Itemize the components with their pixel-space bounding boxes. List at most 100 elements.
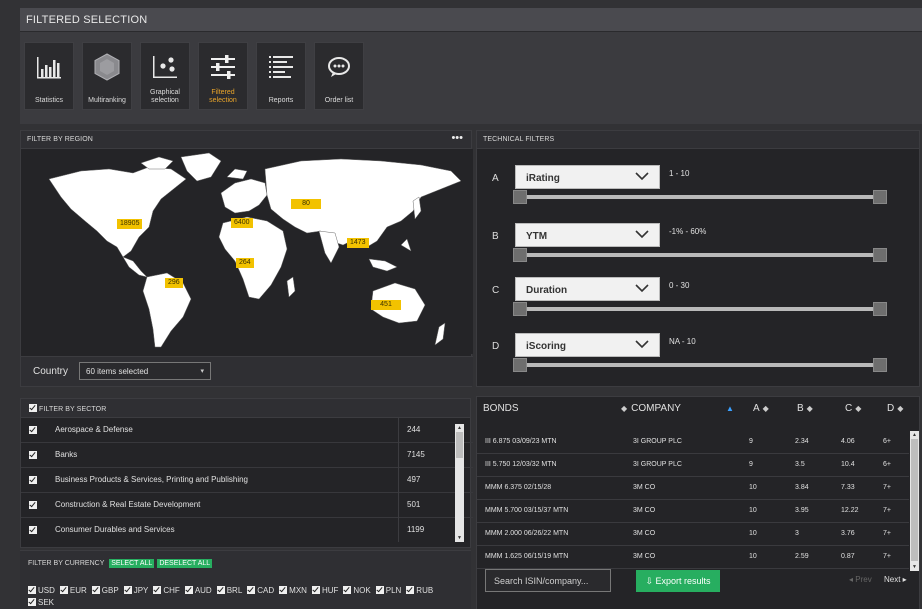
table-row[interactable]: MMM 5.700 03/15/37 MTN 3M CO 10 3.95 12.22 7+ xyxy=(477,500,909,523)
currency-checkbox[interactable] xyxy=(406,586,415,594)
scroll-down-icon[interactable]: ▼ xyxy=(455,535,464,541)
currency-item-eur[interactable]: EUR xyxy=(59,585,87,597)
region-badge-south-america[interactable]: 296 xyxy=(165,278,183,288)
column-header-d[interactable]: D ◆ xyxy=(887,403,903,414)
currency-item-cad[interactable]: CAD xyxy=(247,585,274,597)
filter-select-b[interactable]: YTM xyxy=(515,223,660,247)
filter-select-d[interactable]: iScoring xyxy=(515,333,660,357)
currency-item-mxn[interactable]: MXN xyxy=(279,585,307,597)
graphical-selection-button[interactable]: Graphical selection xyxy=(140,42,190,110)
range-slider-min-handle[interactable] xyxy=(513,248,527,262)
reports-button[interactable]: Reports xyxy=(256,42,306,110)
more-icon[interactable]: ••• xyxy=(451,132,463,144)
currency-checkbox[interactable] xyxy=(28,586,36,594)
table-row[interactable]: MMM 1.625 06/15/19 MTN 3M CO 10 2.59 0.87 7+ xyxy=(477,546,909,569)
table-row[interactable]: MMM 6.375 02/15/28 3M CO 10 3.84 7.33 7+ xyxy=(477,477,909,500)
table-row[interactable]: III 6.875 03/09/23 MTN 3I GROUP PLC 9 2.34 4… xyxy=(477,431,909,454)
currency-item-sek[interactable]: SEK xyxy=(28,597,54,609)
currency-item-jpy[interactable]: JPY xyxy=(123,585,148,597)
filtered-selection-button[interactable]: Filtered selection xyxy=(198,42,248,110)
scrollbar-thumb[interactable] xyxy=(456,432,463,458)
statistics-button[interactable]: Statistics xyxy=(24,42,74,110)
column-header-label: D xyxy=(887,403,895,414)
range-slider-track[interactable] xyxy=(517,253,881,257)
currency-item-aud[interactable]: AUD xyxy=(184,585,212,597)
currency-item-pln[interactable]: PLN xyxy=(375,585,401,597)
scroll-up-icon[interactable]: ▲ xyxy=(455,425,464,431)
sort-asc-icon[interactable]: ▲ xyxy=(723,403,734,414)
select-all-sectors-checkbox[interactable] xyxy=(29,404,37,412)
range-slider-track[interactable] xyxy=(517,363,881,367)
region-badge-north-america[interactable]: 18905 xyxy=(117,219,143,229)
sector-checkbox[interactable] xyxy=(29,426,37,434)
next-page-button[interactable]: Next ▸ xyxy=(884,575,907,584)
currency-item-brl[interactable]: BRL xyxy=(216,585,242,597)
select-all-button[interactable]: SELECT ALL xyxy=(109,559,155,568)
range-slider-max-handle[interactable] xyxy=(873,302,887,316)
currency-item-huf[interactable]: HUF xyxy=(311,585,338,597)
scroll-down-icon[interactable]: ▼ xyxy=(910,564,919,570)
region-badge-russia[interactable]: 80 xyxy=(291,199,321,209)
world-map[interactable]: 18905 6400 80 1473 264 296 451 xyxy=(21,149,473,354)
currency-checkbox[interactable] xyxy=(123,586,132,594)
currency-item-chf[interactable]: CHF xyxy=(153,585,180,597)
list-item[interactable]: Business Products & Services, Printing a… xyxy=(21,468,473,493)
column-header-company[interactable]: ◆ COMPANY xyxy=(621,403,681,414)
list-item[interactable]: Aerospace & Defense 244 xyxy=(21,418,473,443)
country-select[interactable]: 60 items selected ▾ xyxy=(79,362,211,380)
filter-select-c[interactable]: Duration xyxy=(515,277,660,301)
currency-checkbox[interactable] xyxy=(343,586,352,594)
range-slider-min-handle[interactable] xyxy=(513,302,527,316)
currency-item-usd[interactable]: USD xyxy=(28,585,55,597)
region-badge-oceania[interactable]: 451 xyxy=(371,300,401,310)
currency-checkbox[interactable] xyxy=(375,586,384,594)
region-badge-asia[interactable]: 1473 xyxy=(347,238,369,248)
column-header-b[interactable]: B ◆ xyxy=(797,403,813,414)
table-row[interactable]: III 5.750 12/03/32 MTN 3I GROUP PLC 9 3.5 10… xyxy=(477,454,909,477)
filter-select-a[interactable]: iRating xyxy=(515,165,660,189)
prev-page-button[interactable]: ◂ Prev xyxy=(849,575,872,584)
currency-checkbox[interactable] xyxy=(311,586,320,594)
range-slider-min-handle[interactable] xyxy=(513,190,527,204)
column-header-bonds[interactable]: BONDS xyxy=(483,403,519,414)
list-item[interactable]: Banks 7145 xyxy=(21,443,473,468)
region-badge-europe[interactable]: 6400 xyxy=(231,218,253,228)
order-list-button[interactable]: Order list xyxy=(314,42,364,110)
sector-checkbox[interactable] xyxy=(29,476,37,484)
export-results-button[interactable]: ⇩ Export results xyxy=(636,570,720,592)
multiranking-button[interactable]: Multiranking xyxy=(82,42,132,110)
list-item[interactable]: Consumer Durables and Services 1199 xyxy=(21,518,473,542)
bonds-scrollbar[interactable]: ▲ ▼ xyxy=(910,431,919,571)
sector-checkbox[interactable] xyxy=(29,501,37,509)
search-input[interactable] xyxy=(485,569,611,592)
currency-checkbox[interactable] xyxy=(247,586,256,594)
currency-item-gbp[interactable]: GBP xyxy=(91,585,119,597)
region-badge-africa[interactable]: 264 xyxy=(236,258,254,268)
currency-checkbox[interactable] xyxy=(279,586,288,594)
column-header-a[interactable]: A ◆ xyxy=(753,403,769,414)
scrollbar-thumb[interactable] xyxy=(911,439,918,561)
list-item[interactable]: Construction & Real Estate Development 5… xyxy=(21,493,473,518)
deselect-all-button[interactable]: DESELECT ALL xyxy=(157,559,213,568)
scroll-up-icon[interactable]: ▲ xyxy=(910,432,919,438)
range-slider-min-handle[interactable] xyxy=(513,358,527,372)
column-header-label: C xyxy=(845,403,853,414)
column-header-c[interactable]: C ◆ xyxy=(845,403,861,414)
sector-scrollbar[interactable]: ▲ ▼ xyxy=(455,424,464,542)
currency-checkbox[interactable] xyxy=(184,586,193,594)
currency-checkbox[interactable] xyxy=(59,586,68,594)
currency-checkbox[interactable] xyxy=(153,586,162,594)
sector-checkbox[interactable] xyxy=(29,451,37,459)
currency-checkbox[interactable] xyxy=(28,598,36,606)
table-row[interactable]: MMM 2.000 06/26/22 MTN 3M CO 10 3 3.76 7+ xyxy=(477,523,909,546)
sector-checkbox[interactable] xyxy=(29,526,37,534)
currency-checkbox[interactable] xyxy=(216,586,225,594)
range-slider-track[interactable] xyxy=(517,307,881,311)
range-slider-max-handle[interactable] xyxy=(873,358,887,372)
currency-item-rub[interactable]: RUB xyxy=(406,585,433,597)
currency-checkbox[interactable] xyxy=(91,586,100,594)
range-slider-track[interactable] xyxy=(517,195,881,199)
range-slider-max-handle[interactable] xyxy=(873,190,887,204)
currency-item-nok[interactable]: NOK xyxy=(343,585,371,597)
range-slider-max-handle[interactable] xyxy=(873,248,887,262)
